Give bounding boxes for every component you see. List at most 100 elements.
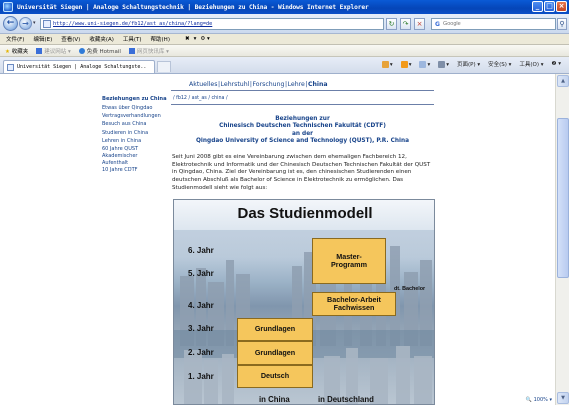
tab-label: Universität Siegen | Analoge Schaltungst… <box>17 64 147 70</box>
heading-line: Beziehungen zur <box>275 116 330 122</box>
site-icon <box>36 48 43 54</box>
row-label: 3. Jahr <box>188 324 214 333</box>
toolbar-extension-icon[interactable]: ⚙ ▾ <box>200 36 209 42</box>
leftnav-item[interactable]: Lehren in China <box>102 137 168 145</box>
vertical-scrollbar[interactable]: ▲ ▼ <box>555 74 569 405</box>
fav-suggested-sites[interactable]: 建议网站 ▾ <box>36 47 71 55</box>
scroll-up-icon[interactable]: ▲ <box>557 75 569 87</box>
leftnav-heading[interactable]: Beziehungen zu China <box>102 96 168 102</box>
nav-forschung[interactable]: Forschung <box>252 81 284 88</box>
search-box: G <box>431 18 556 30</box>
minimize-button[interactable]: _ <box>532 1 543 12</box>
page-icon <box>43 20 51 28</box>
page-icon <box>7 63 14 71</box>
address-field <box>40 18 384 30</box>
favorites-button[interactable]: ★ 收藏夹 <box>5 47 28 55</box>
refresh-icon[interactable]: ↻ <box>386 18 397 30</box>
box-grundlagen-1: Grundlagen <box>237 318 313 341</box>
menu-bar: 文件(F) 编辑(E) 查看(V) 收藏夹(A) 工具(T) 帮助(H) ✖ ▾… <box>0 34 569 45</box>
toolbar-x-icon[interactable]: ✖ <box>185 36 190 42</box>
heading-line: Qingdao University of Science and Techno… <box>196 137 409 144</box>
stop-icon[interactable]: × <box>414 18 425 30</box>
box-master: Master- Programm <box>312 238 386 284</box>
search-provider-logo: G <box>435 20 440 28</box>
leftnav-item[interactable]: 60 Jahre QUST <box>102 145 168 153</box>
menu-favorites[interactable]: 收藏夹(A) <box>89 35 114 43</box>
breadcrumb[interactable]: / fb12 / ast_as / china / <box>173 96 228 101</box>
star-icon: ★ <box>5 48 10 55</box>
scroll-down-icon[interactable]: ▼ <box>557 392 569 404</box>
menu-help[interactable]: 帮助(H) <box>151 35 170 43</box>
dt-bachelor-label: dt. Bachelor <box>394 286 426 292</box>
url-input[interactable] <box>53 21 373 27</box>
zoom-level[interactable]: 🔍 100% ▾ <box>526 397 552 403</box>
feeds-icon[interactable]: ▾ <box>400 60 411 68</box>
nav-aktuelles[interactable]: Aktuelles <box>189 81 217 88</box>
fav-webslice-gallery[interactable]: 网页快讯库 ▾ <box>128 47 169 55</box>
window-titlebar: Universität Siegen | Analoge Schaltungst… <box>0 0 569 14</box>
column-label-china: in China <box>259 395 290 404</box>
new-tab-button[interactable] <box>157 61 171 72</box>
leftnav-item[interactable]: Studieren in China <box>102 129 168 137</box>
box-deutsch: Deutsch <box>237 365 313 388</box>
row-label: 6. Jahr <box>188 246 214 255</box>
search-icon[interactable]: ⚲ <box>557 18 567 30</box>
left-navigation: Beziehungen zu China Etwas über Qingdao … <box>102 96 168 174</box>
toolbar-dropdown-icon[interactable]: ▾ <box>194 36 197 42</box>
leftnav-item[interactable]: Vertragsverhandlungen <box>102 112 168 120</box>
nav-china[interactable]: China <box>308 81 328 88</box>
scroll-thumb[interactable] <box>557 118 569 278</box>
maximize-button[interactable]: □ <box>544 1 555 12</box>
help-menu[interactable]: ❷ ▾ <box>552 61 561 67</box>
heading-line: Chinesisch Deutschen Technischen Fakultä… <box>219 123 386 130</box>
toolbar-extras: ✖ ▾ ⚙ ▾ <box>185 36 210 42</box>
site-icon <box>128 48 135 54</box>
menu-tools[interactable]: 工具(T) <box>123 35 142 43</box>
divider <box>171 104 434 105</box>
safety-menu[interactable]: 安全(S) ▾ <box>488 60 511 68</box>
home-icon[interactable]: ▾ <box>381 60 393 68</box>
row-label: 1. Jahr <box>188 372 214 381</box>
menu-edit[interactable]: 编辑(E) <box>33 35 52 43</box>
nav-lehrstuhl[interactable]: Lehrstuhl <box>221 81 250 88</box>
forward-button[interactable]: → <box>19 17 32 30</box>
box-bachelor: Bachelor-Arbeit Fachwissen <box>312 292 396 316</box>
ie-icon <box>3 2 13 12</box>
row-label: 5. Jahr <box>188 269 214 278</box>
ie-page-icon <box>78 48 85 54</box>
nav-lehre[interactable]: Lehre <box>288 81 305 88</box>
model-title: Das Studienmodell <box>237 205 373 222</box>
mail-icon[interactable]: ▾ <box>419 60 430 68</box>
page-menu[interactable]: 页面(P) ▾ <box>457 60 480 68</box>
back-button[interactable]: ← <box>3 16 18 31</box>
top-navigation: Aktuelles|Lehrstuhl|Forschung|Lehre|Chin… <box>189 81 328 88</box>
print-icon[interactable]: ▾ <box>438 60 449 68</box>
page-viewport: Aktuelles|Lehrstuhl|Forschung|Lehre|Chin… <box>0 74 569 405</box>
tab-active[interactable]: Universität Siegen | Analoge Schaltungst… <box>3 60 155 73</box>
box-grundlagen-2: Grundlagen <box>237 341 313 365</box>
tab-bar: Universität Siegen | Analoge Schaltungst… <box>0 57 569 74</box>
divider <box>171 90 434 91</box>
heading-line: an der <box>292 130 313 137</box>
menu-file[interactable]: 文件(F) <box>6 35 24 43</box>
leftnav-item[interactable]: 10 Jahre CDTF <box>102 166 168 174</box>
search-input[interactable] <box>442 21 533 27</box>
window-title: Universität Siegen | Analoge Schaltungst… <box>17 3 369 11</box>
address-toolbar: ← → ▾ ↻ ↷ × G ⚲ <box>0 14 569 34</box>
column-label-deutschland: in Deutschland <box>318 395 374 404</box>
fav-hotmail[interactable]: 免费 Hotmail <box>78 47 121 55</box>
tools-menu[interactable]: 工具(O) ▾ <box>519 60 543 68</box>
menu-view[interactable]: 查看(V) <box>61 35 80 43</box>
row-label: 4. Jahr <box>188 301 214 310</box>
favorites-bar: ★ 收藏夹 建议网站 ▾ 免费 Hotmail 网页快讯库 ▾ <box>0 45 569 57</box>
leftnav-item[interactable]: Etwas über Qingdao <box>102 104 168 112</box>
intro-paragraph: Seit Juni 2008 gibt es eine Vereinbarung… <box>172 154 431 191</box>
go-icon[interactable]: ↷ <box>400 18 411 30</box>
leftnav-item[interactable]: Besuch aus China <box>102 120 168 128</box>
history-dropdown-icon[interactable]: ▾ <box>33 20 36 26</box>
study-model-image: Das Studienmodell 6. Jahr 5. Jahr 4. Jah… <box>173 199 435 405</box>
command-bar: ▾ ▾ ▾ ▾ 页面(P) ▾ 安全(S) ▾ 工具(O) ▾ ❷ ▾ <box>381 60 561 68</box>
row-label: 2. Jahr <box>188 348 214 357</box>
close-button[interactable]: × <box>556 1 567 12</box>
window-controls: _ □ × <box>532 1 567 12</box>
